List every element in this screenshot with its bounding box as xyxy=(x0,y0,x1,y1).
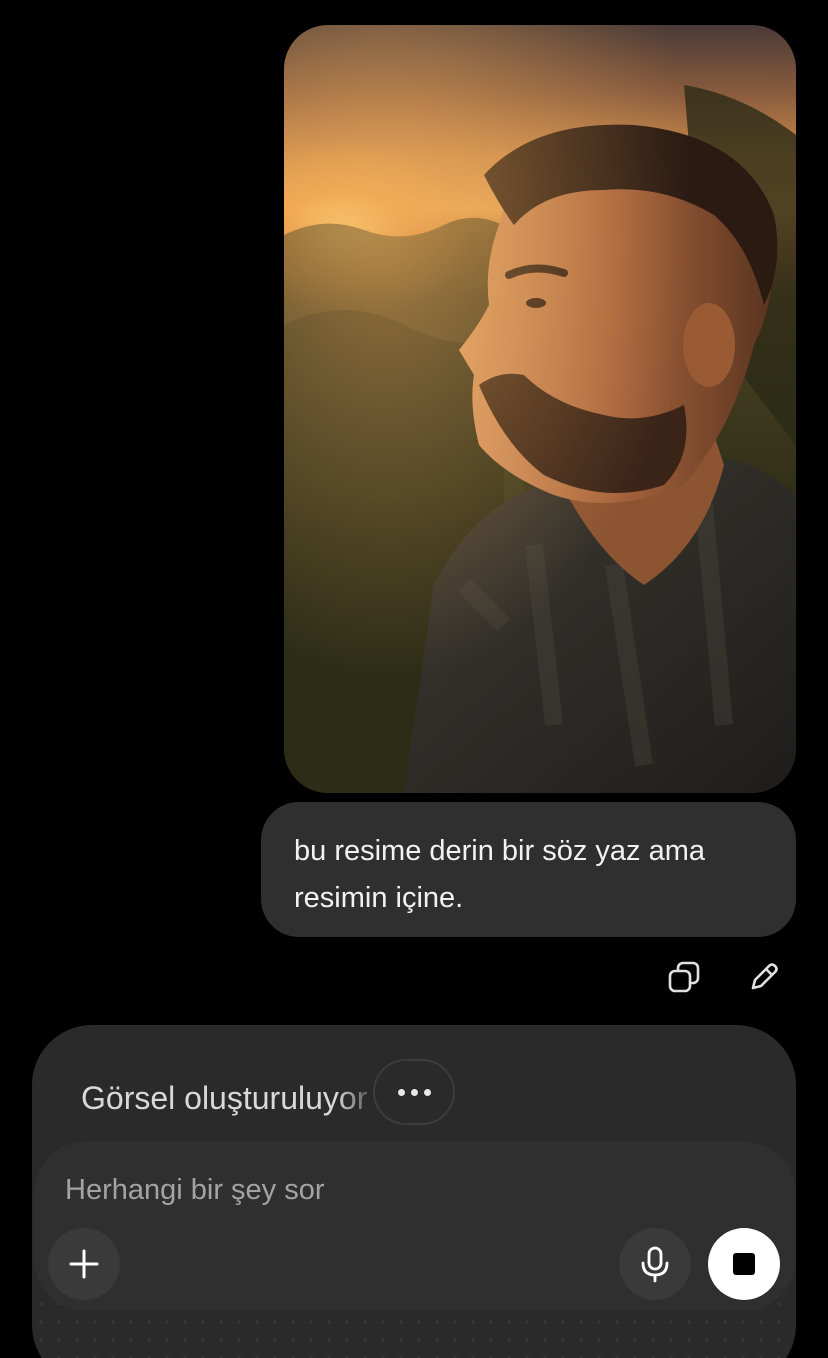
add-attachment-button[interactable] xyxy=(48,1228,120,1300)
portrait-photo-illustration xyxy=(284,25,796,793)
user-message-line-2: resimin içine. xyxy=(294,882,464,914)
user-message-line-1: bu resime derin bir söz yaz ama xyxy=(294,835,705,867)
copy-icon xyxy=(668,961,700,993)
stop-icon xyxy=(733,1253,755,1275)
pencil-icon xyxy=(751,963,778,990)
voice-input-button[interactable] xyxy=(619,1228,691,1300)
copy-button[interactable] xyxy=(664,957,704,997)
microphone-icon xyxy=(641,1246,669,1283)
ellipsis-icon-dot xyxy=(410,1088,418,1096)
attached-photo[interactable] xyxy=(284,25,796,793)
plus-icon xyxy=(69,1249,99,1279)
more-options-button[interactable] xyxy=(373,1059,455,1125)
stop-generation-button[interactable] xyxy=(708,1228,780,1300)
ellipsis-icon-dot xyxy=(423,1088,431,1096)
generation-status-text: Görsel oluşturuluyor xyxy=(81,1080,368,1116)
ellipsis-icon-dot xyxy=(397,1088,405,1096)
user-message-bubble: bu resime derin bir söz yaz ama resimin … xyxy=(261,802,796,937)
message-input[interactable]: Herhangi bir şey sor xyxy=(65,1170,565,1210)
edit-button[interactable] xyxy=(744,957,784,997)
